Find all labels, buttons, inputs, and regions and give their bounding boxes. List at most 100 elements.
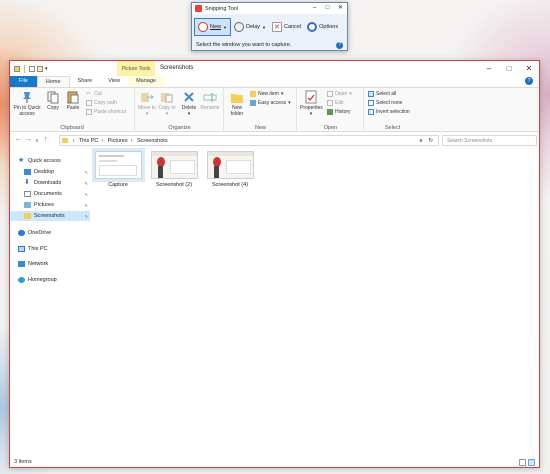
customize-toolbar-icon[interactable]: ▾	[45, 66, 51, 72]
file-tile[interactable]: Screenshot (4)	[204, 151, 256, 188]
nav-documents[interactable]: Documents ✎	[10, 189, 90, 199]
paste-icon	[67, 91, 79, 104]
minimize-icon[interactable]: –	[308, 3, 321, 14]
select-label: Select	[384, 125, 401, 131]
nav-screenshots[interactable]: Screenshots ✎	[10, 211, 90, 221]
item-count: 3 items	[14, 459, 32, 465]
maximize-icon[interactable]: □	[499, 61, 519, 76]
chevron-down-icon[interactable]: ∨	[419, 136, 423, 146]
cancel-button[interactable]: ✕ Cancel	[269, 18, 304, 36]
cloud-icon	[18, 230, 25, 236]
snipping-window-controls: – □ ✕	[308, 3, 347, 14]
nav-quick-access[interactable]: ★ Quick access	[10, 156, 90, 166]
tab-home[interactable]: Home	[36, 76, 70, 87]
pictures-icon	[24, 202, 31, 208]
help-icon[interactable]: ?	[525, 77, 533, 85]
nav-onedrive[interactable]: OneDrive	[10, 228, 90, 238]
copy-path-button[interactable]: Copy path	[86, 100, 117, 106]
computer-icon	[18, 246, 25, 252]
new-group: New folder New item ▾ Easy access ▾ New	[225, 88, 297, 132]
new-folder-button[interactable]: New folder	[227, 90, 247, 117]
paste-shortcut-button[interactable]: Paste shortcut	[86, 109, 126, 115]
star-icon: ★	[18, 157, 25, 164]
cut-button[interactable]: ✂ Cut	[86, 91, 102, 97]
pin-icon	[23, 92, 31, 103]
invert-selection-button[interactable]: Invert selection	[368, 109, 410, 115]
recent-locations-icon[interactable]: ∨	[35, 138, 39, 144]
help-icon[interactable]: ?	[336, 42, 343, 49]
move-to-button[interactable]: Move to ▾	[138, 90, 156, 117]
file-name: Screenshot (4)	[211, 182, 249, 188]
select-none-button[interactable]: Select none	[368, 100, 402, 106]
nav-homegroup[interactable]: Homegroup	[10, 275, 90, 285]
nav-network[interactable]: Network	[10, 259, 90, 269]
history-icon	[327, 109, 333, 115]
delete-button[interactable]: Delete ▾	[180, 90, 198, 117]
chevron-down-icon[interactable]: ▼	[262, 25, 266, 30]
address-bar[interactable]: › This PC › Pictures › Screenshots ∨ ↻	[59, 135, 439, 146]
paste-button[interactable]: Paste	[64, 90, 82, 112]
minimize-icon[interactable]: –	[479, 61, 499, 76]
nav-this-pc[interactable]: This PC	[10, 244, 90, 254]
open-button[interactable]: Open ▾	[327, 91, 352, 97]
new-snip-button[interactable]: New ▼	[194, 18, 231, 36]
tab-file[interactable]: File	[10, 76, 37, 87]
nav-desktop[interactable]: Desktop ✎	[10, 167, 90, 177]
history-button[interactable]: History	[327, 109, 351, 115]
tab-view[interactable]: View	[100, 76, 128, 87]
quick-access-toolbar: ▾	[10, 64, 51, 73]
chevron-down-icon[interactable]: ▼	[223, 25, 227, 30]
pin-to-quick-access-button[interactable]: Pin to Quick access	[12, 90, 42, 117]
new-folder-icon[interactable]	[37, 65, 43, 72]
file-tile[interactable]: Capture	[91, 148, 145, 188]
copy-to-button[interactable]: Copy to ▾	[158, 90, 176, 117]
tab-manage[interactable]: Manage	[128, 76, 164, 87]
details-view-icon[interactable]	[519, 459, 526, 466]
properties-icon	[305, 90, 317, 104]
open-icon	[327, 91, 333, 97]
pin-icon: ✎	[84, 191, 88, 197]
rename-button[interactable]: Rename	[200, 90, 220, 112]
snipping-instructions: Select the window you want to capture.	[196, 42, 292, 48]
clipboard-label: Clipboard	[60, 125, 84, 131]
window-controls: – □ ✕	[479, 61, 539, 76]
breadcrumb-screenshots[interactable]: Screenshots	[137, 138, 168, 144]
copy-button[interactable]: Copy	[44, 90, 62, 112]
new-item-button[interactable]: New item ▾	[250, 91, 283, 97]
close-icon[interactable]: ✕	[519, 61, 539, 76]
large-icons-view-icon[interactable]	[528, 459, 535, 466]
nav-pictures[interactable]: Pictures ✎	[10, 200, 90, 210]
delay-button[interactable]: Delay ▼	[231, 18, 269, 36]
tab-share[interactable]: Share	[70, 76, 101, 87]
file-list: Capture Screenshot (2) Screenshot (4)	[91, 148, 539, 457]
breadcrumb-this-pc[interactable]: This PC	[79, 138, 99, 144]
invert-selection-icon	[368, 109, 374, 115]
easy-access-button[interactable]: Easy access ▾	[250, 100, 291, 106]
back-icon[interactable]: ←	[15, 136, 22, 143]
snipping-tool-window: Snipping Tool – □ ✕ New ▼ Delay ▼ ✕ Canc…	[191, 2, 348, 51]
nav-downloads[interactable]: ⬇ Downloads ✎	[10, 178, 90, 188]
options-button[interactable]: Options	[304, 18, 341, 36]
move-to-icon	[141, 93, 154, 102]
properties-button[interactable]: Properties ▾	[300, 90, 323, 117]
properties-icon[interactable]	[29, 65, 35, 72]
refresh-icon[interactable]: ↻	[428, 136, 433, 146]
select-all-button[interactable]: Select all	[368, 91, 396, 97]
pin-icon: ✎	[84, 180, 88, 186]
snipping-tool-title-bar: Snipping Tool – □ ✕	[192, 3, 347, 14]
up-icon[interactable]: ↑	[44, 136, 48, 143]
folder-icon	[62, 138, 68, 144]
forward-icon[interactable]: →	[25, 136, 32, 143]
maximize-icon[interactable]: □	[321, 3, 334, 14]
clipboard-group: Pin to Quick access Copy Paste ✂ Cut Copy…	[10, 88, 135, 132]
breadcrumb-pictures[interactable]: Pictures	[108, 138, 128, 144]
new-folder-icon	[231, 94, 243, 103]
open-group: Properties ▾ Open ▾ Edit History Open	[298, 88, 364, 132]
gear-icon	[307, 22, 318, 32]
title-bar: ▾ Picture Tools Screenshots – □ ✕	[10, 61, 539, 76]
file-tile[interactable]: Screenshot (2)	[148, 151, 200, 188]
close-icon[interactable]: ✕	[334, 3, 347, 14]
search-input[interactable]: Search Screenshots	[442, 135, 537, 146]
edit-button[interactable]: Edit	[327, 100, 344, 106]
scissors-icon	[195, 5, 202, 12]
